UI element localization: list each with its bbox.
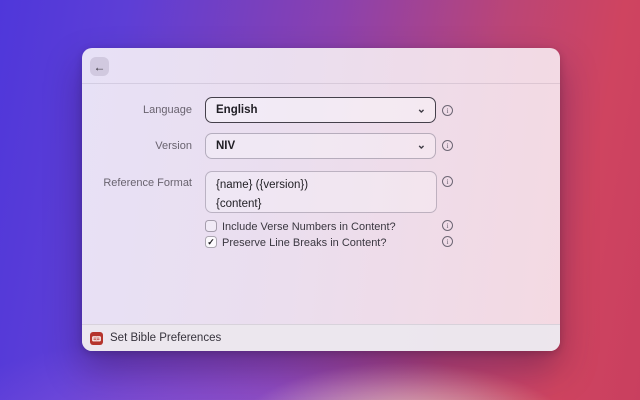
info-icon[interactable]: i bbox=[442, 176, 453, 187]
reference-format-textarea[interactable]: {name} ({version}) {content} bbox=[205, 171, 437, 213]
window-footer: Set Bible Preferences bbox=[82, 324, 560, 351]
chevron-down-icon: ⌄ bbox=[416, 139, 426, 152]
chevron-down-icon: ⌄ bbox=[416, 103, 426, 116]
command-title: Set Bible Preferences bbox=[110, 332, 222, 344]
include-verse-numbers-checkbox[interactable] bbox=[205, 220, 217, 232]
version-dropdown[interactable]: NIV ⌄ bbox=[205, 133, 436, 159]
preserve-line-breaks-checkbox[interactable]: ✓ bbox=[205, 236, 217, 248]
version-label: Version bbox=[155, 140, 192, 152]
version-dropdown-value: NIV bbox=[216, 140, 236, 152]
language-dropdown-value: English bbox=[216, 104, 258, 116]
checkmark-icon: ✓ bbox=[207, 236, 215, 247]
language-dropdown[interactable]: English ⌄ bbox=[205, 97, 436, 123]
info-icon[interactable]: i bbox=[442, 220, 453, 231]
info-icon[interactable]: i bbox=[442, 105, 453, 116]
window-header: ← bbox=[82, 48, 560, 84]
info-icon[interactable]: i bbox=[442, 140, 453, 151]
preserve-line-breaks-label: Preserve Line Breaks in Content? bbox=[222, 237, 387, 249]
preserve-line-breaks-row: ✓ Preserve Line Breaks in Content? i bbox=[82, 236, 560, 250]
include-verse-numbers-row: Include Verse Numbers in Content? i bbox=[82, 220, 560, 234]
language-label: Language bbox=[143, 104, 192, 116]
back-arrow-icon: ← bbox=[93, 59, 106, 74]
include-verse-numbers-label: Include Verse Numbers in Content? bbox=[222, 221, 396, 233]
reference-format-label: Reference Format bbox=[103, 177, 192, 189]
reference-format-line1: {name} ({version}) bbox=[216, 179, 309, 191]
bible-book-icon bbox=[90, 331, 103, 345]
info-icon[interactable]: i bbox=[442, 236, 453, 247]
reference-format-line2: {content} bbox=[216, 198, 262, 210]
back-button[interactable]: ← bbox=[90, 57, 109, 76]
preferences-window: ← Language English ⌄ i Version NIV ⌄ i R… bbox=[82, 48, 560, 351]
